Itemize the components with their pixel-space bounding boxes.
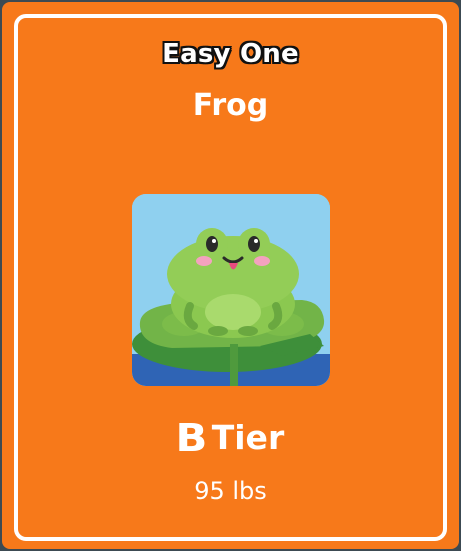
tier-word: Tier: [211, 418, 285, 457]
frog-on-lily-pad-icon: [132, 194, 330, 386]
tier-label: B Tier: [2, 415, 459, 461]
card-subtitle: Easy One: [162, 39, 299, 69]
animal-card[interactable]: Easy One Frog B Tier 95 lbs: [2, 2, 459, 549]
card-title: Frog: [192, 88, 269, 123]
tier-letter: B: [175, 416, 208, 460]
frog-illustration: [132, 194, 330, 386]
weight-text: 95 lbs: [194, 477, 267, 505]
